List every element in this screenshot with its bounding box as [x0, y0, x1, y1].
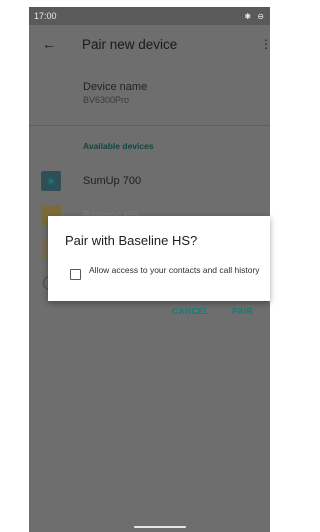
- device-name-value: BV6300Pro: [83, 95, 130, 105]
- available-devices-header: Available devices: [83, 141, 154, 151]
- pair-button[interactable]: PAIR: [232, 306, 253, 316]
- bluetooth-icon: ∗: [41, 171, 61, 191]
- contacts-access-label[interactable]: Allow access to your contacts and call h…: [89, 265, 267, 275]
- gesture-nav-handle[interactable]: [134, 526, 186, 528]
- status-time: 17:00: [34, 11, 57, 21]
- status-icons: ✱ ⊖: [244, 11, 266, 21]
- back-arrow-icon[interactable]: ←: [42, 36, 62, 52]
- device-item-label: SumUp 700: [83, 175, 142, 187]
- overflow-menu-icon[interactable]: ⋮: [260, 37, 270, 51]
- device-name-title: Device name: [83, 81, 148, 93]
- app-bar: ← Pair new device: [29, 25, 270, 63]
- cancel-button[interactable]: CANCEL: [172, 306, 209, 316]
- pair-dialog: Pair with Baseline HS? Allow access to y…: [48, 216, 270, 316]
- dialog-title: Pair with Baseline HS?: [65, 233, 198, 248]
- page-title: Pair new device: [82, 36, 178, 52]
- device-item-sumup[interactable]: ∗ SumUp 700: [29, 164, 270, 198]
- status-bar: 17:00 ✱ ⊖: [29, 7, 270, 25]
- contacts-access-checkbox[interactable]: [70, 269, 81, 280]
- device-name-row[interactable]: Device name BV6300Pro: [29, 63, 270, 125]
